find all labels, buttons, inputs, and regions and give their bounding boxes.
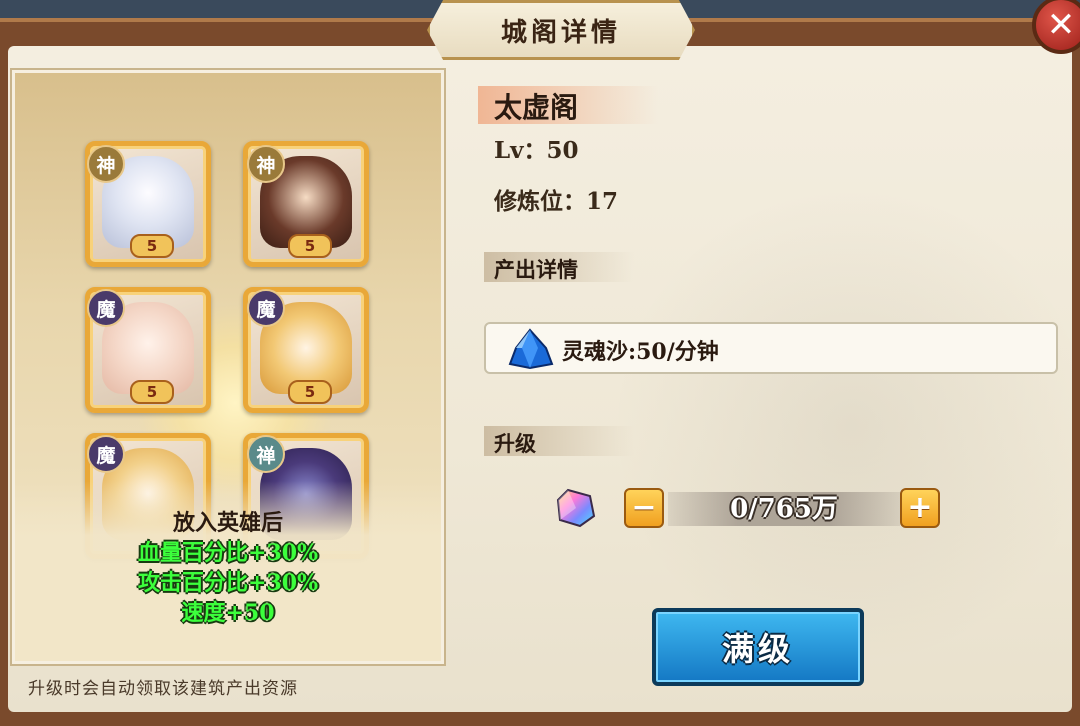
building-level: Lv：50 [494,137,579,164]
building-name: 太虚阁 [494,91,579,124]
bonus-hp: 血量百分比+30% [138,540,318,566]
cultivation-slots: 修炼位：17 [494,188,619,215]
max-level-button[interactable]: 满级 [652,608,864,686]
dialog-title-plate: 城阁详情 [427,0,695,60]
bonus-speed: 速度+50 [181,600,275,626]
star-count: 5 [288,234,332,258]
star-count: 5 [130,380,174,404]
blue-crystal-icon [508,328,554,370]
minus-icon: − [631,490,657,525]
output-row: 灵魂沙:50/分钟 [484,322,1058,374]
star-count: 5 [288,380,332,404]
upgrade-footnote: 升级时会自动领取该建筑产出资源 [28,679,298,699]
demon-faction-badge: 魔 [247,289,285,327]
increase-button[interactable]: + [900,488,940,528]
close-icon: ✕ [1046,5,1076,45]
god-faction-badge: 神 [247,145,285,183]
upgrade-cost: 0/765万 [730,494,838,524]
output-section-label: 产出详情 [494,257,578,282]
decrease-button[interactable]: − [624,488,664,528]
zen-faction-badge: 禅 [247,435,285,473]
bonus-attack: 攻击百分比+30% [138,570,318,596]
rainbow-gem-icon [556,488,596,528]
upgrade-section-label: 升级 [494,431,536,456]
output-rate: 灵魂沙:50/分钟 [562,339,719,365]
demon-faction-badge: 魔 [87,435,125,473]
max-level-label: 满级 [721,630,794,668]
god-faction-badge: 神 [87,145,125,183]
plus-icon: + [907,490,933,525]
dialog-title: 城阁详情 [500,17,621,48]
demon-faction-badge: 魔 [87,289,125,327]
bonus-title: 放入英雄后 [172,510,283,536]
hero-slots-panel: 5 神 5 神 5 魔 5 魔 魔 禅 放入英雄后 血量百分比+30% 攻击百分… [12,70,444,664]
star-count: 5 [130,234,174,258]
